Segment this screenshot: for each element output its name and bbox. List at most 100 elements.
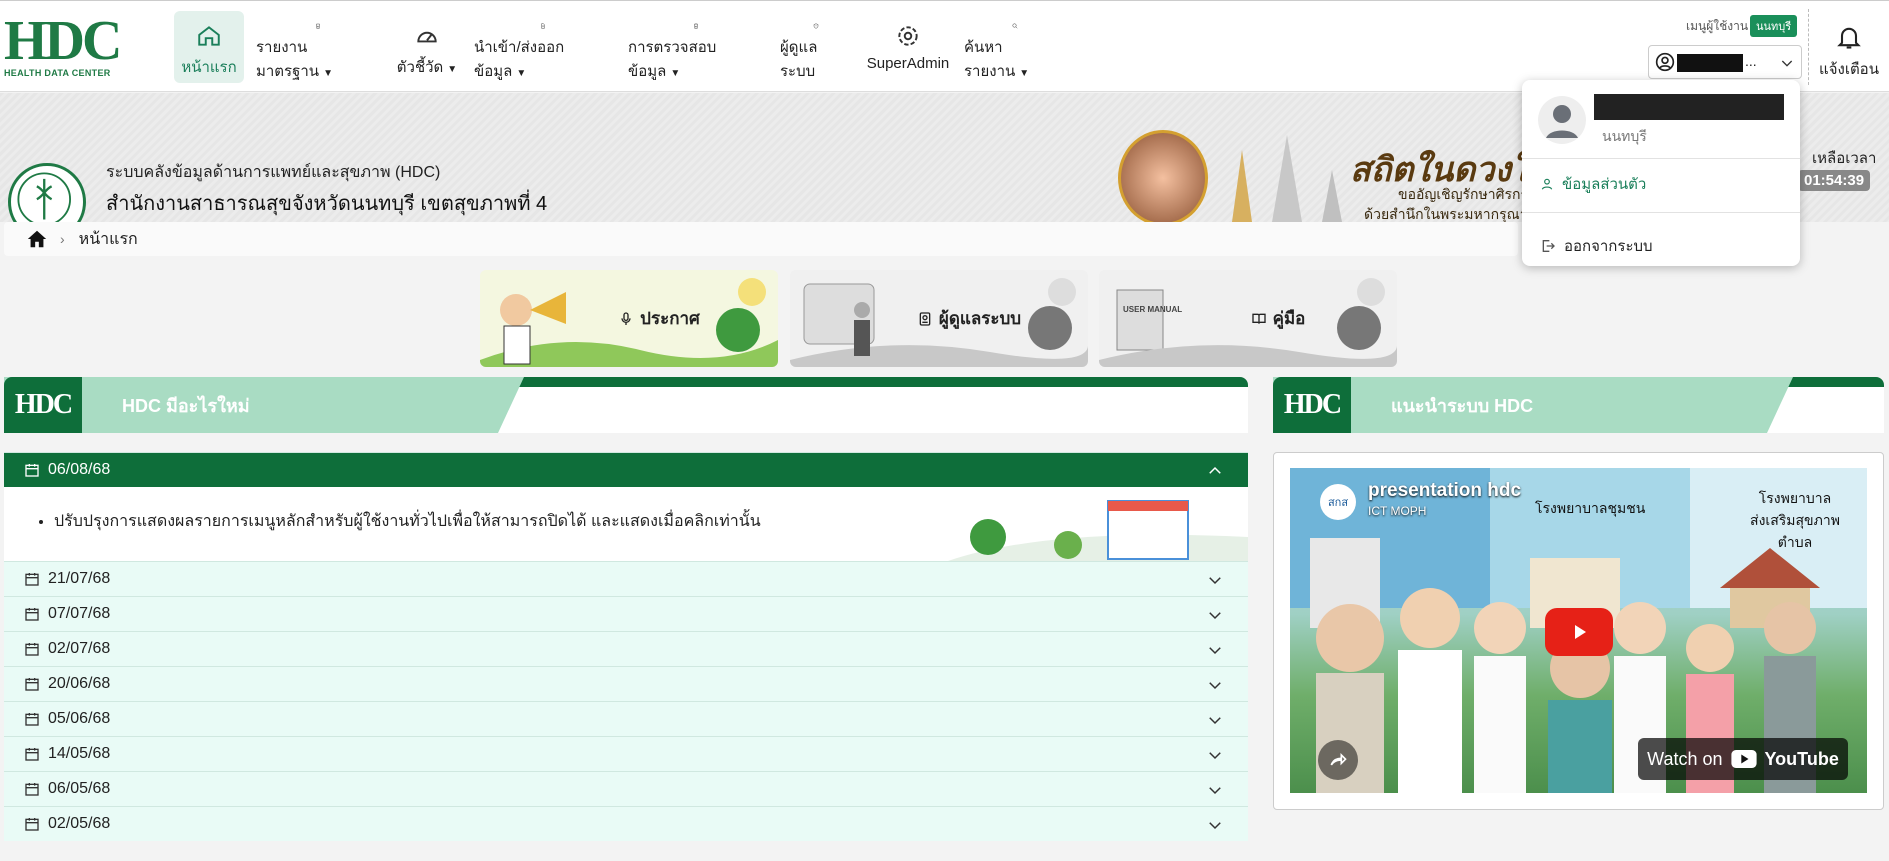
accordion-date: 06/05/68 [48, 780, 111, 797]
chevron-down-icon [1781, 60, 1793, 67]
admin-card[interactable]: ผู้ดูแลระบบ [790, 270, 1088, 367]
thumbnail-caption-2a: โรงพยาบาล [1758, 490, 1832, 506]
home-icon [198, 26, 220, 46]
top-navbar: HDC HEALTH DATA CENTER หน้าแรก รายงานมาต… [0, 0, 1889, 92]
admin-card-label: ผู้ดูแลระบบ [938, 309, 1022, 328]
youtube-embed[interactable]: สกส presentation hdc ICT MOPH โรงพยาบาลช… [1290, 468, 1867, 793]
chevron-down-icon [1209, 577, 1221, 585]
accordion-date: 07/07/68 [48, 605, 111, 622]
username-ellipsis: ... [1745, 53, 1757, 69]
gauge-icon [417, 31, 437, 43]
chevron-down-icon [1209, 787, 1221, 795]
intro-video-panel: สกส presentation hdc ICT MOPH โรงพยาบาลช… [1273, 452, 1884, 810]
chevron-down-icon [1209, 717, 1221, 725]
accordion-header[interactable]: 14/05/68 [4, 736, 1248, 771]
manual-card-label: คู่มือ [1272, 309, 1306, 328]
news-section-title: HDC มีอะไรใหม่ [122, 396, 250, 416]
logout-menu-label: ออกจากระบบ [1564, 238, 1653, 255]
system-title: ระบบคลังข้อมูลด้านการแพทย์และสุขภาพ (HDC… [106, 164, 441, 181]
notification-label: แจ้งเตือน [1819, 61, 1879, 78]
shield-icon [813, 23, 819, 29]
accordion-header[interactable]: 05/06/68 [4, 701, 1248, 736]
organization-title: สำนักงานสาธารณสุขจังหวัดนนทบุรี เขตสุขภา… [106, 193, 548, 215]
logo-subtitle: HEALTH DATA CENTER [4, 68, 111, 78]
play-icon [1575, 625, 1586, 639]
nav-search-reports[interactable]: ค้นหารายงาน ▼ [964, 11, 1066, 83]
chevron-down-icon [1209, 612, 1221, 620]
session-countdown-label: เหลือเวลา [1812, 150, 1877, 167]
accordion-date: 14/05/68 [48, 745, 111, 762]
user-avatar-icon [1538, 96, 1586, 144]
nav-standard-reports-label: รายงานมาตรฐาน [256, 39, 320, 80]
nav-superadmin[interactable]: SuperAdmin [866, 11, 950, 83]
nav-import-export[interactable]: นำเข้า/ส่งออกข้อมูล ▼ [474, 11, 612, 83]
accordion-date: 02/07/68 [48, 640, 111, 657]
accordion-header[interactable]: 21/07/68 [4, 561, 1248, 596]
nav-search-reports-label: ค้นหารายงาน [964, 39, 1016, 80]
user-menu-button[interactable]: ... [1648, 45, 1802, 79]
notification-button[interactable]: แจ้งเตือน [1808, 9, 1889, 85]
nav-admin[interactable]: ผู้ดูแลระบบ [780, 11, 852, 83]
id-badge-icon [919, 311, 931, 326]
breadcrumb: › หน้าแรก [4, 222, 1518, 256]
breadcrumb-current: หน้าแรก [78, 230, 138, 248]
accordion-header[interactable]: 20/06/68 [4, 666, 1248, 701]
search-icon [1012, 23, 1018, 29]
thumbnail-caption-2b: ส่งเสริมสุขภาพตำบล [1750, 512, 1840, 550]
nav-data-audit[interactable]: การตรวจสอบข้อมูล ▼ [628, 11, 764, 83]
calendar-illustration [948, 500, 1248, 561]
gear-icon [898, 26, 918, 46]
logo-text: HDC [4, 10, 122, 72]
youtube-play-button[interactable] [1545, 608, 1613, 656]
watch-on-youtube-button[interactable]: Watch on YouTube [1638, 738, 1848, 780]
accordion-date: 06/08/68 [48, 461, 111, 478]
bell-icon [1837, 27, 1861, 49]
calendar-icon [25, 783, 39, 796]
profile-menu-item[interactable]: ข้อมูลส่วนตัว [1540, 172, 1646, 196]
home-solid-icon[interactable] [26, 228, 48, 250]
nav-home[interactable]: หน้าแรก [174, 11, 244, 83]
share-icon [1330, 752, 1347, 766]
redacted-fullname [1594, 94, 1784, 120]
nav-indicators[interactable]: ตัวชี้วัด ▼ [394, 11, 460, 83]
royal-portrait [1118, 130, 1208, 226]
channel-avatar[interactable]: สกส [1320, 484, 1356, 520]
news-accordion: 06/08/68 ปรับปรุงการแสดงผลรายการเมนูหลัก… [4, 452, 1248, 841]
accordion-header[interactable]: 02/05/68 [4, 806, 1248, 841]
announcement-label: ประกาศ [640, 309, 700, 328]
chevron-right-icon: › [60, 231, 65, 247]
calendar-icon [25, 573, 39, 586]
province-badge: นนทบุรี [1750, 15, 1798, 37]
user-menu-label: เมนูผู้ใช้งาน [1686, 19, 1749, 33]
calendar-icon [25, 608, 39, 621]
youtube-logo-icon [1730, 750, 1757, 768]
chevron-down-icon [1209, 822, 1221, 830]
accordion-date: 05/06/68 [48, 710, 111, 727]
logout-menu-item[interactable]: ออกจากระบบ [1540, 234, 1653, 258]
manual-card[interactable]: USER MANUAL คู่มือ [1099, 270, 1397, 367]
user-icon [1541, 178, 1553, 190]
redacted-username [1677, 54, 1743, 72]
accordion-body-open: ปรับปรุงการแสดงผลรายการเมนูหลักสำหรับผู้… [4, 487, 1248, 561]
manual-illustration: USER MANUAL [1099, 278, 1397, 367]
accordion-header-open[interactable]: 06/08/68 [4, 452, 1248, 487]
announcement-card[interactable]: ประกาศ [480, 270, 778, 367]
intro-section-logo: HDC [1273, 377, 1351, 433]
accordion-header[interactable]: 07/07/68 [4, 596, 1248, 631]
accordion-date: 02/05/68 [48, 815, 111, 832]
profile-menu-label: ข้อมูลส่วนตัว [1562, 176, 1647, 193]
accordion-header[interactable]: 02/07/68 [4, 631, 1248, 666]
clipboard-chart-icon [694, 23, 698, 29]
user-circle-icon [1655, 52, 1675, 72]
manual-cover-text: USER MANUAL [1123, 305, 1182, 314]
nav-standard-reports[interactable]: รายงานมาตรฐาน ▼ [256, 11, 380, 83]
hdc-logo[interactable]: HDC HEALTH DATA CENTER [4, 10, 122, 79]
share-button[interactable] [1318, 740, 1358, 780]
video-channel: ICT MOPH [1368, 504, 1427, 518]
video-title[interactable]: presentation hdc [1368, 480, 1521, 502]
caret-down-icon: ▼ [516, 68, 527, 79]
watch-on-label: Watch on [1647, 748, 1723, 769]
temple-illustration [1232, 135, 1342, 222]
accordion-header[interactable]: 06/05/68 [4, 771, 1248, 806]
caret-down-icon: ▼ [670, 68, 681, 79]
